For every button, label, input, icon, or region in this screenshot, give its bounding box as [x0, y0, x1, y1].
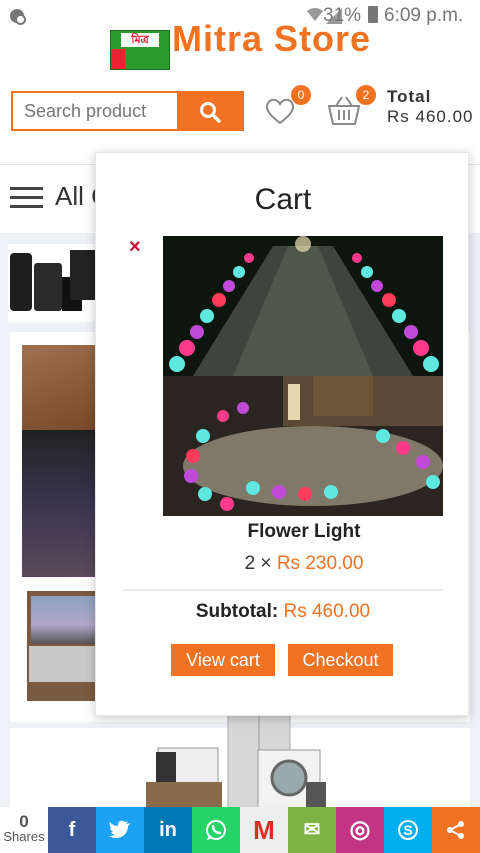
laptop-screen-image — [31, 596, 97, 644]
view-cart-button[interactable]: View cart — [171, 644, 275, 676]
search-input[interactable] — [13, 93, 179, 129]
cart-popup: Cart × Flower Light 2 × Rs 230.00 Subtot… — [95, 152, 469, 716]
checkout-button[interactable]: Checkout — [288, 644, 393, 676]
page: 31% 6:09 p.m. মিত্র Mitra Store 0 — [0, 0, 480, 853]
multiply-sign: × — [260, 553, 272, 574]
cart-count-badge: 2 — [356, 85, 376, 105]
linkedin-icon: in — [159, 819, 177, 841]
twitter-icon — [109, 820, 130, 838]
facebook-icon: f — [68, 819, 76, 841]
whatsapp-share-button[interactable] — [192, 807, 240, 853]
share-bar: 0 Shares f in M ✉ ◎ S — [0, 807, 480, 853]
cart-title: Cart — [254, 183, 312, 216]
more-share-button[interactable] — [432, 807, 480, 853]
wishlist-button[interactable]: 0 — [263, 85, 311, 128]
svg-text:S: S — [403, 822, 412, 838]
cart-divider — [123, 589, 443, 591]
envelope-icon: ✉ — [303, 819, 321, 841]
tablet-screen-image — [22, 430, 97, 576]
email-share-button[interactable]: ✉ — [288, 807, 336, 853]
camera-lens-image — [34, 263, 62, 311]
product-image[interactable] — [163, 236, 443, 516]
logo-sign: মিত্র — [121, 33, 159, 47]
subtotal-value: Rs 460.00 — [283, 601, 371, 622]
twitter-share-button[interactable] — [96, 807, 144, 853]
instagram-share-button[interactable]: ◎ — [336, 807, 384, 853]
subtotal-label: Subtotal: — [195, 601, 279, 622]
cart-total-value: Rs 460.00 — [387, 107, 474, 126]
share-count: 0 — [19, 812, 29, 831]
linkedin-share-button[interactable]: in — [144, 807, 192, 853]
whatsapp-icon — [206, 820, 226, 840]
skype-icon: S — [398, 820, 418, 840]
cart-item-price: Rs 230.00 — [276, 553, 364, 574]
hamburger-menu-icon[interactable] — [10, 187, 43, 209]
cart-item-quantity: 2 — [244, 553, 256, 574]
wishlist-count-badge: 0 — [291, 85, 311, 105]
store-name[interactable]: Mitra Store — [172, 18, 371, 60]
search-icon — [200, 102, 221, 123]
facebook-share-button[interactable]: f — [48, 807, 96, 853]
appliances-image — [146, 712, 326, 808]
search-bar — [11, 91, 244, 131]
share-counter: 0 Shares — [0, 807, 48, 853]
logo-bag — [111, 49, 125, 69]
cart-subtotal: Subtotal: Rs 460.00 — [96, 601, 470, 623]
instagram-icon: ◎ — [349, 816, 371, 843]
cart-button[interactable]: 2 — [326, 85, 376, 128]
cart-item-name[interactable]: Flower Light — [96, 521, 480, 543]
store-logo[interactable]: মিত্র — [110, 30, 170, 70]
camera-lens-image — [10, 253, 32, 311]
monitor-image — [70, 250, 98, 300]
gmail-icon: M — [253, 815, 275, 845]
cart-total-label: Total — [387, 87, 432, 106]
clock: 6:09 p.m. — [384, 5, 464, 26]
gmail-share-button[interactable]: M — [240, 807, 288, 853]
search-button[interactable] — [177, 93, 242, 129]
share-count-label: Shares — [3, 829, 45, 844]
skype-share-button[interactable]: S — [384, 807, 432, 853]
remove-item-icon[interactable]: × — [129, 237, 141, 257]
cart-item-quantity-price: 2 × Rs 230.00 — [96, 553, 480, 575]
share-icon — [447, 821, 464, 839]
data-saver-icon — [10, 9, 26, 25]
laptop-keyboard-image — [29, 646, 97, 682]
